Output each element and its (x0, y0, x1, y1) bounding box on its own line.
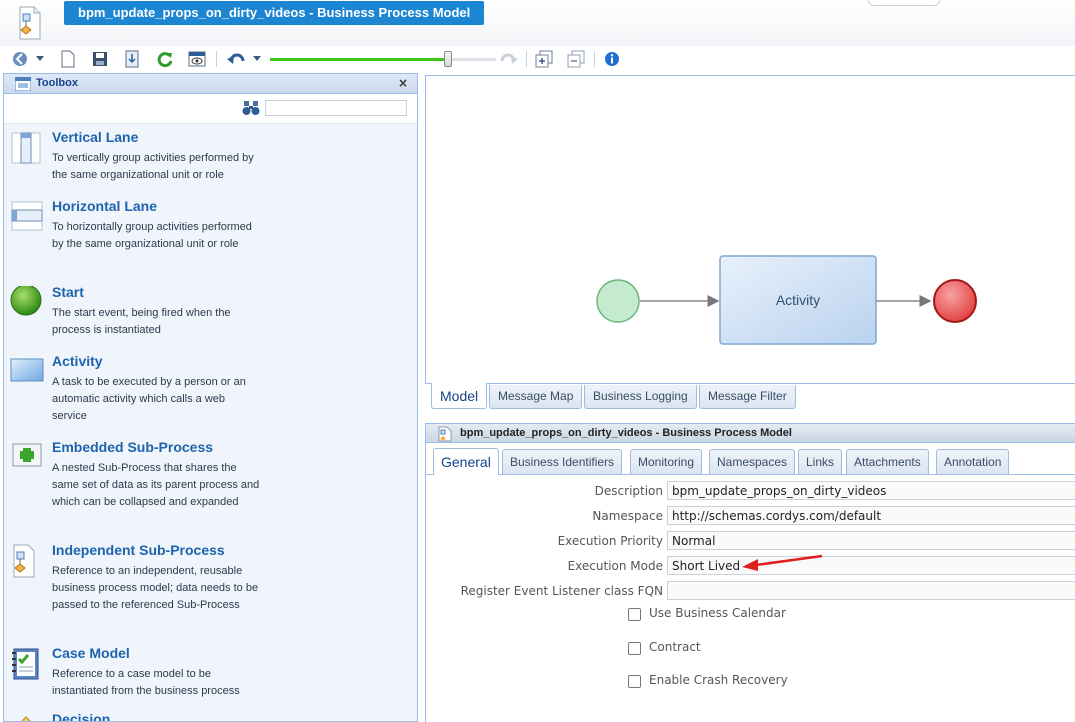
field-label: Execution Mode (567, 559, 663, 573)
toolbox-item-name: Start (52, 284, 84, 300)
checkbox-label: Contract (649, 640, 701, 654)
toolbox-item-desc: A task to be executed by a person or an … (52, 376, 246, 422)
refresh-icon[interactable] (155, 49, 175, 69)
dropdown-icon[interactable] (34, 49, 46, 69)
tab-monitoring[interactable]: Monitoring (630, 449, 703, 474)
tab-links[interactable]: Links (798, 449, 843, 474)
main-toolbar (0, 46, 1075, 72)
tab-message-map[interactable]: Message Map (489, 385, 583, 409)
execution-priority-select[interactable]: Normal (667, 531, 1075, 550)
field-description: Description bpm_update_props_on_dirty_vi… (426, 481, 1075, 501)
field-event-listener: Register Event Listener class FQN (426, 581, 1075, 601)
model-tabs: Model Message Map Business Logging Messa… (425, 383, 1075, 411)
info-icon[interactable] (602, 49, 622, 69)
process-model-icon (19, 6, 41, 40)
vertical-lane-icon (11, 132, 41, 164)
properties-title: bpm_update_props_on_dirty_videos - Busin… (460, 427, 792, 439)
description-input[interactable]: bpm_update_props_on_dirty_videos (667, 481, 1075, 500)
tab-business-identifiers[interactable]: Business Identifiers (502, 449, 623, 474)
collapse-icon[interactable] (566, 49, 586, 69)
properties-panel: bpm_update_props_on_dirty_videos - Busin… (425, 423, 1075, 722)
toolbox-list: Vertical Lane To vertically group activi… (4, 124, 417, 722)
zoom-slider-thumb[interactable] (444, 51, 452, 67)
event-listener-input[interactable] (667, 581, 1075, 600)
back-icon[interactable] (10, 49, 30, 69)
toolbox-item-name: Case Model (52, 645, 130, 661)
zoom-slider-fill (270, 58, 448, 61)
toolbox-item-name: Activity (52, 353, 103, 369)
start-event[interactable] (596, 279, 640, 323)
annotation-arrow (742, 554, 823, 571)
activity-icon (10, 358, 44, 382)
toolbox-item-name: Decision (52, 711, 111, 722)
checkbox-label: Enable Crash Recovery (649, 673, 788, 687)
process-diagram: Activity (596, 255, 977, 345)
horizontal-lane-icon (11, 201, 43, 231)
independent-subprocess-icon (13, 544, 35, 578)
use-business-calendar-checkbox[interactable] (628, 608, 641, 621)
toolbox-title: Toolbox (36, 77, 78, 89)
bpm-editor-window: bpm_update_props_on_dirty_videos - Busin… (0, 0, 1075, 722)
case-model-icon (12, 648, 39, 680)
toolbox-item-desc: Reference to a case model to be instanti… (52, 668, 240, 697)
toolbox-item-desc: To horizontally group activities perform… (52, 221, 252, 250)
field-namespace: Namespace http://schemas.cordys.com/defa… (426, 506, 1075, 526)
execution-mode-select[interactable]: Short Lived (667, 556, 1075, 575)
window-title: bpm_update_props_on_dirty_videos - Busin… (64, 1, 485, 25)
toolbox-item-name: Vertical Lane (52, 129, 139, 145)
toolbox-item-desc: The start event, being fired when the pr… (52, 307, 231, 336)
export-icon[interactable] (122, 49, 142, 69)
undo-dropdown-icon[interactable] (251, 49, 263, 69)
save-icon[interactable] (90, 49, 110, 69)
field-label: Register Event Listener class FQN (460, 584, 663, 598)
field-label: Namespace (592, 509, 663, 523)
top-handle[interactable] (868, 0, 940, 6)
enable-crash-recovery-checkbox[interactable] (628, 675, 641, 688)
preview-icon[interactable] (187, 49, 207, 69)
namespace-input[interactable]: http://schemas.cordys.com/default (667, 506, 1075, 525)
start-event-icon (10, 286, 42, 316)
contract-checkbox[interactable] (628, 642, 641, 655)
toolbox-header: Toolbox × (4, 74, 417, 94)
tab-namespaces[interactable]: Namespaces (709, 449, 796, 474)
toolbox-item-desc: A nested Sub-Process that shares the sam… (52, 462, 260, 508)
process-model-icon (438, 426, 452, 442)
field-label: Description (594, 484, 663, 498)
checkbox-label: Use Business Calendar (649, 606, 786, 620)
tab-general[interactable]: General (433, 448, 499, 475)
end-event[interactable] (933, 279, 977, 323)
tab-message-filter[interactable]: Message Filter (699, 385, 796, 409)
tab-annotation[interactable]: Annotation (936, 449, 1010, 474)
toolbox-item-desc: Reference to an independent, reusable bu… (52, 565, 259, 611)
toolbox-search-input[interactable] (265, 100, 407, 116)
zoom-slider-track (451, 58, 496, 61)
toolbox-item-name: Horizontal Lane (52, 198, 158, 214)
field-label: Execution Priority (557, 534, 663, 548)
toolbox-panel: Toolbox × Vertical Lane To vertically gr… (3, 73, 418, 722)
toolbox-icon (15, 77, 31, 91)
redo-icon[interactable] (499, 49, 519, 69)
tab-business-logging[interactable]: Business Logging (584, 385, 697, 409)
process-canvas[interactable]: Activity (425, 75, 1075, 384)
toolbox-search-row (4, 94, 417, 124)
embedded-subprocess-icon (12, 443, 42, 467)
tab-attachments[interactable]: Attachments (846, 449, 929, 474)
toolbox-item-name: Embedded Sub-Process (52, 439, 214, 455)
tab-model[interactable]: Model (431, 383, 488, 409)
properties-header: bpm_update_props_on_dirty_videos - Busin… (426, 423, 1075, 443)
decision-icon (21, 716, 31, 721)
title-bar: bpm_update_props_on_dirty_videos - Busin… (0, 0, 1075, 46)
field-execution-priority: Execution Priority Normal (426, 531, 1075, 551)
undo-icon[interactable] (226, 49, 246, 69)
new-document-icon[interactable] (58, 49, 78, 69)
toolbox-item-desc: To vertically group activities performed… (52, 152, 254, 181)
toolbox-item-name: Independent Sub-Process (52, 542, 225, 558)
expand-icon[interactable] (534, 49, 554, 69)
binoculars-icon[interactable] (242, 100, 260, 116)
activity-label: Activity (776, 292, 820, 308)
close-icon[interactable]: × (398, 76, 408, 90)
properties-tabs: General Business Identifiers Monitoring … (426, 443, 1075, 475)
